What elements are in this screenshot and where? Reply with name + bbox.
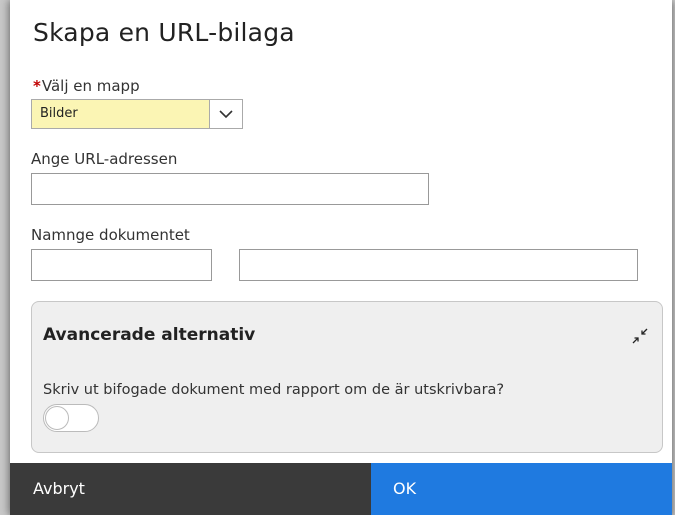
cancel-button[interactable]: Avbryt xyxy=(10,463,371,515)
folder-select-value: Bilder xyxy=(32,100,210,128)
ok-button[interactable]: OK xyxy=(371,463,672,515)
document-name-label: Namnge dokumentet xyxy=(31,226,190,244)
toggle-knob xyxy=(45,406,69,430)
print-attachments-toggle[interactable] xyxy=(43,404,99,432)
chevron-down-icon[interactable] xyxy=(210,100,242,128)
collapse-arrows-icon[interactable] xyxy=(632,328,648,344)
url-label: Ange URL-adressen xyxy=(31,150,178,168)
document-name-first-input[interactable] xyxy=(31,249,212,281)
advanced-options-title: Avancerade alternativ xyxy=(43,325,256,345)
print-attachments-question: Skriv ut bifogade dokument med rapport o… xyxy=(43,382,505,398)
url-input[interactable] xyxy=(31,173,429,205)
folder-label-text: Välj en mapp xyxy=(41,77,140,95)
create-url-attachment-dialog: Skapa en URL-bilaga *Välj en mapp Bilder… xyxy=(10,0,672,515)
folder-select[interactable]: Bilder xyxy=(31,99,243,129)
required-marker: * xyxy=(33,77,41,95)
document-name-second-input[interactable] xyxy=(239,249,638,281)
advanced-options-panel: Avancerade alternativ Skriv ut bifogade … xyxy=(31,301,663,453)
folder-label: *Välj en mapp xyxy=(33,77,140,95)
dialog-footer: Avbryt OK xyxy=(10,463,672,515)
dialog-title: Skapa en URL-bilaga xyxy=(33,18,295,47)
